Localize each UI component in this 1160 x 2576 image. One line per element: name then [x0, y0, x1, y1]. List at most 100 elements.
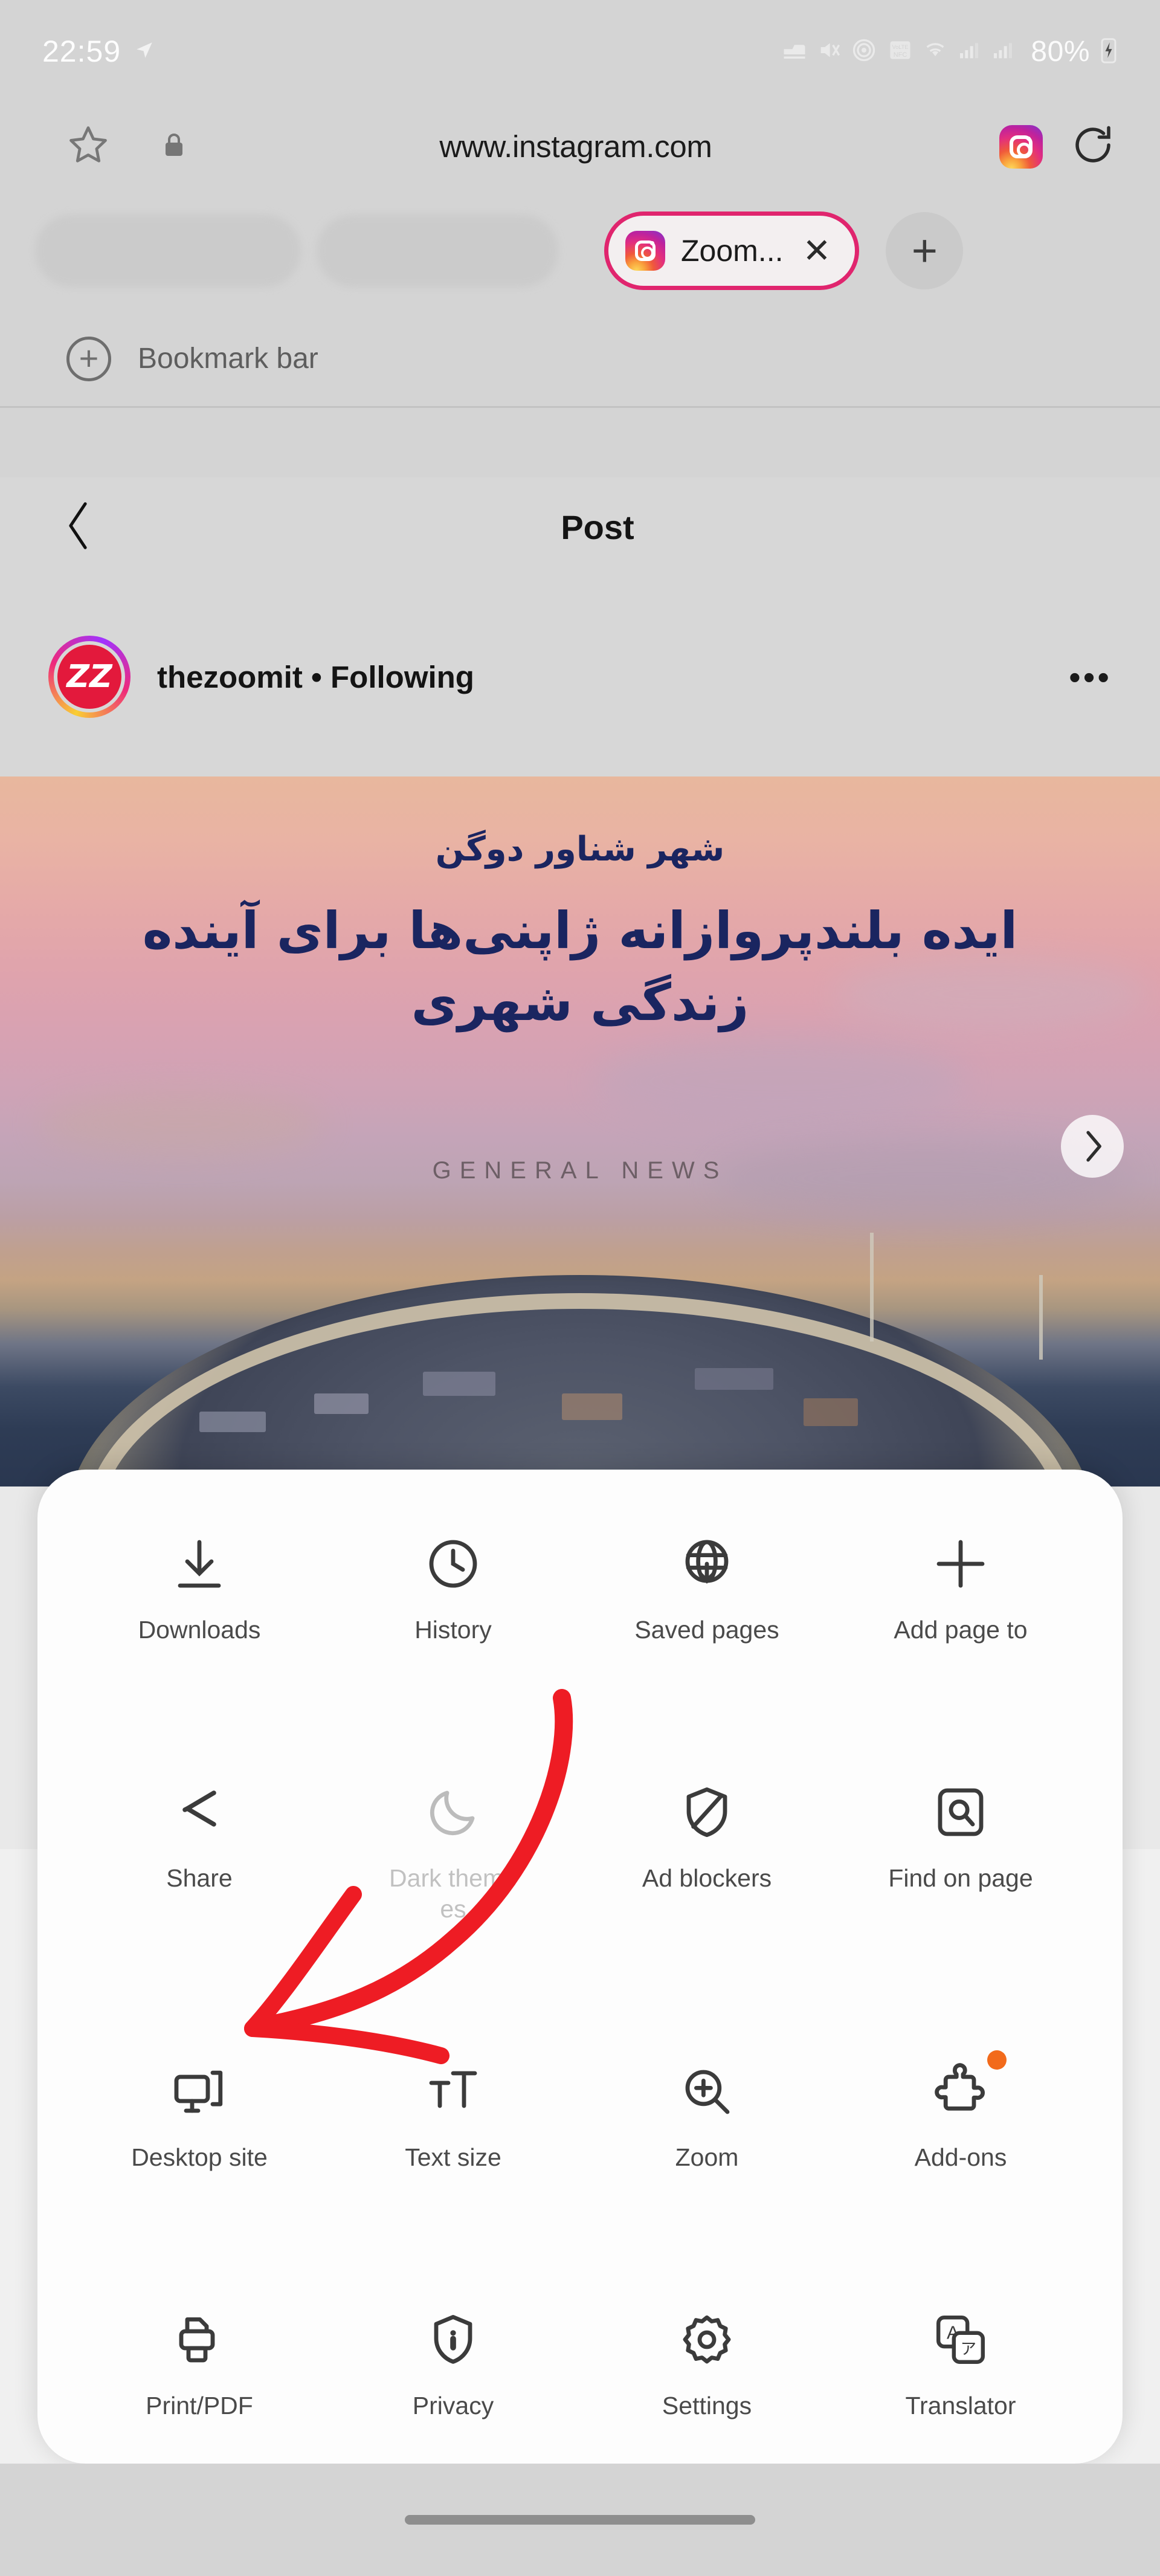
instagram-favicon[interactable] — [999, 124, 1043, 169]
plus-circle-icon[interactable]: + — [66, 336, 111, 381]
city-building — [314, 1393, 369, 1414]
city-building — [695, 1368, 773, 1390]
menu-label: Share — [166, 1864, 233, 1893]
ellipsis-icon[interactable]: ••• — [1069, 657, 1112, 697]
floating-city-rim — [85, 1293, 1075, 1487]
close-icon[interactable]: ✕ — [802, 234, 831, 268]
download-icon — [170, 1525, 228, 1593]
find-page-icon — [932, 1774, 990, 1841]
monitor-icon — [170, 2053, 228, 2120]
menu-item-translator[interactable]: Aア Translator — [834, 2301, 1088, 2421]
url-text[interactable]: www.instagram.com — [152, 129, 999, 164]
post-headline: ایده بلندپروازانه ژاپنی‌ها برای آینده زن… — [142, 901, 1018, 1033]
svg-text:VoLTE: VoLTE — [892, 44, 909, 50]
menu-label: Saved pages — [634, 1616, 779, 1644]
new-tab-button[interactable]: + — [886, 212, 964, 289]
menu-label: Downloads — [138, 1616, 261, 1644]
menu-item-privacy[interactable]: Privacy — [326, 2301, 580, 2421]
mute-icon — [817, 38, 841, 65]
menu-label: Add-ons — [914, 2143, 1007, 2172]
nfc-icon: VoLTE NFC — [887, 37, 914, 66]
city-building — [562, 1393, 622, 1420]
text-size-icon — [424, 2053, 482, 2120]
bed-icon — [782, 37, 807, 66]
menu-item-print-pdf[interactable]: Print/PDF — [72, 2301, 326, 2421]
background-tab-2[interactable] — [317, 215, 558, 287]
moon-icon — [424, 1774, 482, 1841]
home-gesture-pill[interactable] — [405, 2515, 755, 2525]
post-image[interactable]: شهر شناور دوگن ایده بلندپروازانه ژاپنی‌ه… — [0, 776, 1160, 1487]
status-bar-clock: 22:59 — [42, 34, 121, 68]
signal-bars-icon — [957, 38, 981, 65]
hotspot-icon — [851, 37, 877, 66]
follow-state-label[interactable]: Following — [330, 660, 474, 694]
menu-label: Print/PDF — [146, 2392, 253, 2420]
city-mast — [870, 1233, 874, 1341]
menu-row-4: Print/PDF Privacy Settings Aア Translator — [72, 2301, 1088, 2421]
menu-item-saved-pages[interactable]: Saved pages — [580, 1525, 834, 1645]
battery-icon — [1100, 37, 1118, 66]
avatar[interactable]: ZZ — [48, 636, 130, 718]
menu-item-settings[interactable]: Settings — [580, 2301, 834, 2421]
post-account-row[interactable]: ZZ thezoomit • Following ••• — [0, 577, 1160, 776]
menu-row-1: Downloads History Saved pages Add page t… — [72, 1525, 1088, 1645]
chevron-right-icon[interactable] — [1061, 1115, 1124, 1178]
account-separator: • — [311, 659, 322, 694]
menu-label: Dark theme es — [389, 1864, 517, 1923]
svg-text:NFC: NFC — [894, 51, 907, 59]
menu-item-ad-blockers[interactable]: Ad blockers — [580, 1774, 834, 1925]
menu-label: Translator — [905, 2392, 1016, 2420]
reload-icon[interactable] — [1069, 121, 1116, 172]
menu-label: Settings — [662, 2392, 752, 2420]
city-building — [423, 1372, 495, 1396]
background-tab-1[interactable] — [35, 215, 301, 287]
active-tab[interactable]: Zoom... ✕ — [604, 211, 860, 290]
signal-bars-icon-2 — [991, 38, 1015, 65]
translate-icon: Aア — [932, 2301, 990, 2369]
instagram-favicon — [625, 231, 665, 271]
zoom-in-icon — [678, 2053, 736, 2120]
menu-item-share[interactable]: Share — [72, 1774, 326, 1925]
account-name-label[interactable]: thezoomit • Following — [157, 659, 474, 695]
url-bar[interactable]: www.instagram.com — [0, 103, 1160, 190]
status-bar-right: VoLTE NFC 80% — [782, 35, 1118, 68]
star-icon[interactable] — [65, 122, 111, 171]
menu-label: Text size — [405, 2143, 501, 2172]
page-title: Post — [561, 508, 634, 546]
account-username: thezoomit — [157, 659, 303, 694]
menu-item-history[interactable]: History — [326, 1525, 580, 1645]
bookmark-bar[interactable]: + Bookmark bar — [0, 311, 1160, 408]
city-building — [199, 1412, 266, 1432]
notification-badge — [987, 2050, 1007, 2070]
wifi-icon — [923, 38, 947, 65]
menu-item-desktop-site[interactable]: Desktop site — [72, 2053, 326, 2173]
post-kicker: GENERAL NEWS — [432, 1157, 728, 1184]
menu-item-dark-theme[interactable]: Dark theme es — [326, 1774, 580, 1925]
svg-text:ア: ア — [961, 2340, 976, 2358]
bookmark-bar-label: Bookmark bar — [138, 343, 318, 375]
menu-item-add-page-to[interactable]: Add page to — [834, 1525, 1088, 1645]
phone-screen: 22:59 VoLTE NFC 80% www.instagram.com Zo… — [0, 0, 1160, 2576]
menu-label: Desktop site — [131, 2143, 268, 2172]
gesture-nav-bar — [0, 2464, 1160, 2576]
menu-row-2: Share Dark theme es Ad blockers Find on … — [72, 1774, 1088, 1925]
location-arrow-icon — [134, 40, 155, 63]
menu-item-text-size[interactable]: Text size — [326, 2053, 580, 2173]
menu-item-add-ons[interactable]: Add-ons — [834, 2050, 1088, 2173]
menu-label: Zoom — [675, 2143, 739, 2172]
post-subtitle: شهر شناور دوگن — [435, 830, 725, 869]
menu-label: Ad blockers — [642, 1864, 772, 1893]
menu-item-zoom[interactable]: Zoom — [580, 2053, 834, 2173]
plus-icon — [932, 1525, 990, 1593]
city-building — [804, 1398, 858, 1426]
menu-label: History — [414, 1616, 492, 1644]
menu-item-downloads[interactable]: Downloads — [72, 1525, 326, 1645]
active-tab-label: Zoom... — [681, 234, 784, 268]
status-bar: 22:59 VoLTE NFC 80% — [0, 0, 1160, 103]
avatar-initials: ZZ — [57, 645, 121, 709]
menu-label: Add page to — [894, 1616, 1028, 1644]
browser-menu-sheet: Downloads History Saved pages Add page t… — [37, 1470, 1123, 2464]
menu-label: Privacy — [412, 2392, 494, 2420]
menu-row-3: Desktop site Text size Zoom Add-ons — [72, 2050, 1088, 2173]
menu-item-find-on-page[interactable]: Find on page — [834, 1774, 1088, 1925]
